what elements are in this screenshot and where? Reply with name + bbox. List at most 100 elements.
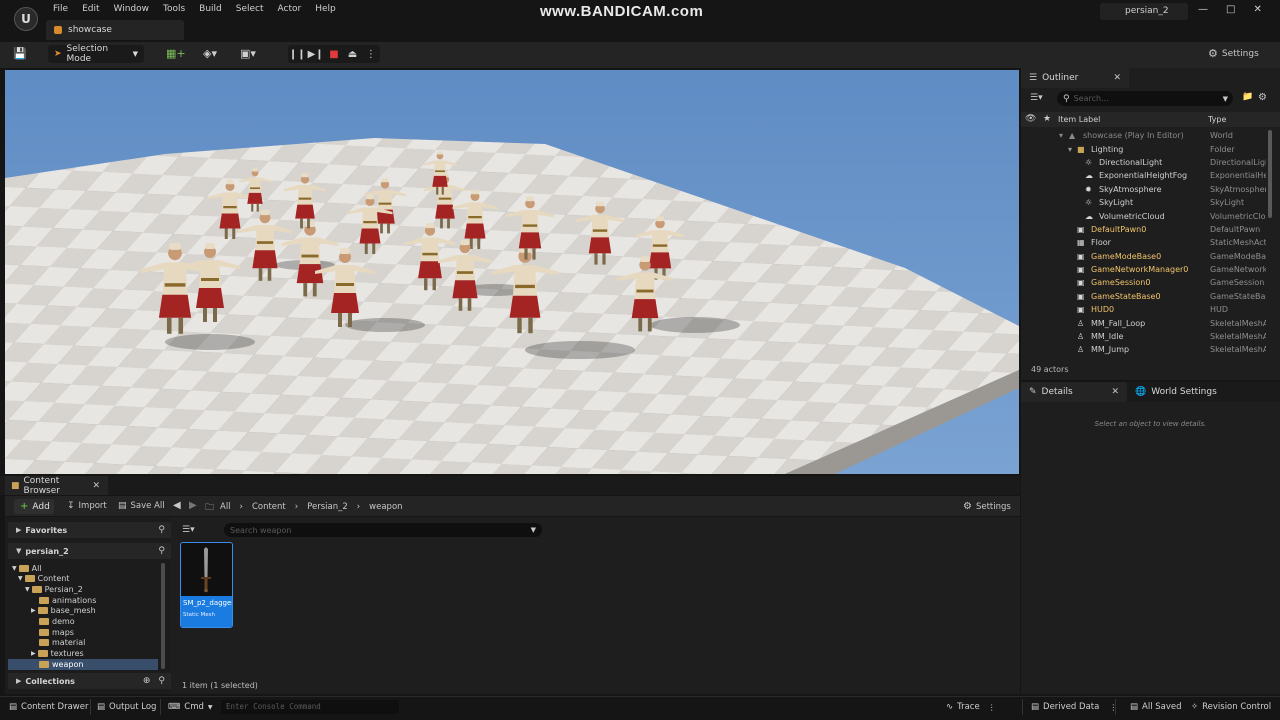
outliner-row[interactable]: ♙ MM_Fall_Loop SkeletalMeshActor [1021, 316, 1268, 329]
world-settings-tab[interactable]: 🌐 World Settings [1131, 382, 1217, 402]
tree-item-base-mesh[interactable]: ▶ base_mesh [31, 605, 96, 616]
tree-item-maps[interactable]: maps [39, 627, 74, 638]
outliner-row[interactable]: ▣ GameNetworkManager0 GameNetworkManager [1021, 263, 1268, 276]
project-section[interactable]: ▼ persian_2 ⚲ [8, 543, 171, 559]
breadcrumb-weapon[interactable]: weapon [369, 502, 402, 512]
import-button[interactable]: ↧ Import [67, 501, 107, 511]
close-icon[interactable]: ✕ [1113, 73, 1121, 83]
content-drawer-button[interactable]: ▤ Content Drawer [9, 702, 88, 712]
breadcrumb-all[interactable]: All [220, 502, 231, 512]
stop-icon[interactable]: ■ [325, 49, 343, 60]
content-browser-tab[interactable]: ■ Content Browser ✕ [5, 476, 108, 496]
menu-file[interactable]: File [46, 4, 75, 14]
derived-data-button[interactable]: ▤ Derived Data ⋮ [1031, 702, 1117, 712]
tree-item-content[interactable]: ▼ Content [18, 573, 69, 584]
back-icon[interactable]: ◀ [173, 500, 181, 511]
cmd-dropdown[interactable]: ⌨ Cmd ▼ [168, 702, 213, 712]
favorites-section[interactable]: ▶ Favorites ⚲ [8, 522, 171, 538]
tree-item-textures[interactable]: ▶ textures [31, 648, 84, 659]
save-all-button[interactable]: ▤ Save All [118, 501, 165, 511]
tree-item-all[interactable]: ▼ All [12, 563, 42, 574]
add-button[interactable]: + Add [14, 499, 54, 514]
tree-item-weapon[interactable]: weapon [39, 659, 83, 670]
outliner-row[interactable]: ♙ MM_Jump SkeletalMeshActor [1021, 343, 1268, 356]
add-collection-icon[interactable]: ⊕ [143, 676, 151, 686]
filter-icon[interactable]: ☰▾ [1030, 93, 1043, 103]
col-item-label[interactable]: Item Label [1058, 115, 1100, 124]
breadcrumb-content[interactable]: Content [252, 502, 286, 512]
outliner-row[interactable]: ▣ GameSession0 GameSession [1021, 276, 1268, 289]
unreal-logo-icon[interactable]: U [14, 7, 38, 31]
outliner-row[interactable]: ▣ GameStateBase0 GameStateBase [1021, 290, 1268, 303]
menu-build[interactable]: Build [192, 4, 229, 14]
search-icon[interactable]: ⚲ [158, 676, 165, 686]
outliner-tab[interactable]: ☰ Outliner ✕ [1021, 68, 1129, 88]
menu-help[interactable]: Help [308, 4, 343, 14]
breadcrumb-persian[interactable]: Persian_2 [307, 502, 348, 512]
col-type[interactable]: Type [1208, 115, 1226, 124]
outliner-search-input[interactable]: ⚲ Search... ▼ [1057, 91, 1233, 106]
close-window-icon[interactable]: ✕ [1253, 4, 1261, 15]
maximize-icon[interactable]: □ [1226, 4, 1235, 15]
search-icon[interactable]: ⚲ [158, 525, 165, 535]
eject-icon[interactable]: ⏏ [343, 49, 361, 60]
expand-icon[interactable]: ▾ [1059, 131, 1063, 140]
save-icon[interactable]: 💾 [13, 47, 27, 60]
tree-item-animations[interactable]: animations [39, 595, 96, 606]
outliner-row[interactable]: ▣ HUD0 HUD [1021, 303, 1268, 316]
console-input[interactable]: Enter Console Command [221, 700, 399, 714]
pause-icon[interactable]: ❙❙ [288, 49, 306, 60]
outliner-row[interactable]: ▾ ■ Lighting Folder [1021, 142, 1268, 155]
details-tab[interactable]: ✎ Details ✕ [1021, 382, 1127, 402]
tree-item-persian[interactable]: ▼ Persian_2 [25, 584, 83, 595]
menu-actor[interactable]: Actor [271, 4, 309, 14]
all-saved-button[interactable]: ▤ All Saved [1130, 702, 1182, 712]
trace-button[interactable]: ∿ Trace ⋮ [946, 702, 996, 712]
output-log-button[interactable]: ▤ Output Log [97, 702, 156, 712]
outliner-scrollbar[interactable] [1268, 130, 1272, 218]
menu-window[interactable]: Window [107, 4, 157, 14]
selection-mode-dropdown[interactable]: ➤ Selection Mode ▼ [48, 44, 144, 64]
outliner-row[interactable]: ▣ GameModeBase0 GameModeBase [1021, 250, 1268, 263]
asset-tile[interactable]: SM_p2_dagger Static Mesh [180, 542, 233, 628]
outliner-settings-icon[interactable]: ⚙ [1258, 92, 1267, 103]
more-icon[interactable]: ⋮ [362, 49, 380, 60]
outliner-row[interactable]: ♙ MM_Idle SkeletalMeshActor [1021, 330, 1268, 343]
asset-search-input[interactable]: Search weapon ▼ [224, 523, 542, 537]
menu-tools[interactable]: Tools [156, 4, 192, 14]
visibility-icon[interactable]: 👁 [1025, 114, 1036, 124]
cinematics-icon[interactable]: ▣▾ [240, 47, 256, 60]
outliner-row[interactable]: ☁ ExponentialHeightFog ExponentialHeight… [1021, 169, 1268, 182]
blueprint-icon[interactable]: ◈▾ [203, 47, 217, 60]
forward-icon[interactable]: ▶ [189, 500, 197, 511]
minimize-icon[interactable]: — [1198, 4, 1208, 15]
outliner-row[interactable]: ☁ VolumetricCloud VolumetricCloud [1021, 209, 1268, 222]
folder-outline-icon[interactable]: 🗀 [205, 500, 214, 516]
collections-section[interactable]: ▶ Collections ⊕ ⚲ [8, 673, 171, 689]
tree-item-material[interactable]: material [39, 637, 85, 648]
step-icon[interactable]: ▶❙ [306, 49, 324, 60]
settings-button[interactable]: ⚙ Settings [1208, 47, 1259, 60]
close-icon[interactable]: ✕ [92, 481, 100, 491]
star-icon[interactable]: ★ [1043, 114, 1051, 124]
expand-icon[interactable]: ▾ [1068, 145, 1072, 154]
close-icon[interactable]: ✕ [1111, 387, 1119, 397]
level-tab[interactable]: showcase [46, 20, 184, 40]
tree-scrollbar[interactable] [161, 563, 165, 669]
search-icon[interactable]: ⚲ [158, 546, 165, 556]
level-viewport[interactable] [5, 70, 1019, 474]
menu-select[interactable]: Select [229, 4, 271, 14]
add-actor-icon[interactable]: ▦+ [166, 47, 186, 60]
outliner-row[interactable]: ▦ Floor StaticMeshActor [1021, 236, 1268, 249]
revision-control-button[interactable]: ✧ Revision Control [1191, 702, 1271, 712]
menu-edit[interactable]: Edit [75, 4, 106, 14]
outliner-row[interactable]: ☼ DirectionalLight DirectionalLight [1021, 156, 1268, 169]
outliner-row[interactable]: ▾ ▲ showcase (Play In Editor) World [1021, 129, 1268, 142]
add-folder-icon[interactable]: 📁 [1242, 92, 1253, 102]
outliner-row[interactable]: ▣ DefaultPawn0 DefaultPawn [1021, 223, 1268, 236]
filter-icon[interactable]: ☰▾ [182, 525, 195, 535]
outliner-row[interactable]: ☼ SkyLight SkyLight [1021, 196, 1268, 209]
outliner-row[interactable]: ✹ SkyAtmosphere SkyAtmosphere [1021, 183, 1268, 196]
tree-item-demo[interactable]: demo [39, 616, 75, 627]
cb-settings-button[interactable]: ⚙ Settings [963, 501, 1011, 512]
